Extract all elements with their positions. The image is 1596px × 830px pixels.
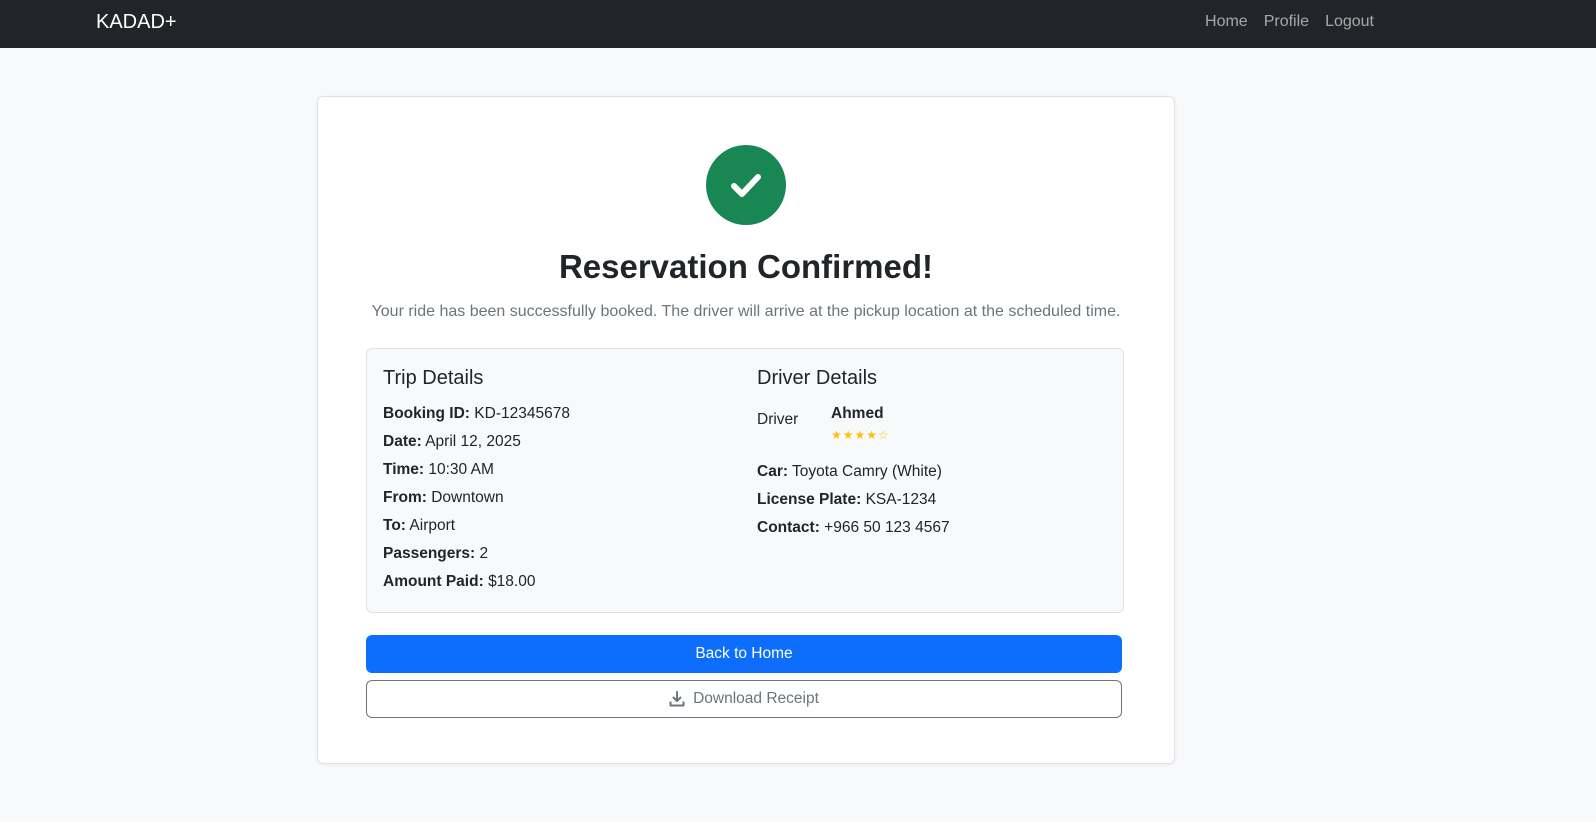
trip-field-from: From: Downtown — [383, 488, 733, 508]
field-value: +966 50 123 4567 — [824, 519, 950, 536]
field-value: April 12, 2025 — [425, 433, 521, 450]
trip-field-date: Date: April 12, 2025 — [383, 432, 733, 452]
field-value: Airport — [409, 517, 456, 534]
driver-summary: Driver Ahmed ★★★★☆ — [757, 404, 1107, 452]
brand-logo[interactable]: KADAD+ — [96, 10, 177, 34]
trip-field-time: Time: 10:30 AM — [383, 460, 733, 480]
driver-field-license-plate: License Plate: KSA-1234 — [757, 490, 1107, 510]
field-label: License Plate: — [757, 491, 862, 508]
driver-field-contact: Contact: +966 50 123 4567 — [757, 518, 1107, 538]
field-label: Amount Paid: — [383, 573, 484, 590]
driver-details-heading: Driver Details — [757, 367, 878, 389]
driver-name: Ahmed — [831, 405, 884, 422]
nav-link-profile[interactable]: Profile — [1264, 12, 1309, 32]
success-icon-circle — [706, 145, 786, 225]
field-label: Car: — [757, 463, 789, 480]
field-value: KD-12345678 — [474, 405, 570, 422]
page: KADAD+ Home Profile Logout Reservation C… — [0, 0, 1596, 830]
field-value: Downtown — [431, 489, 504, 506]
confirmation-message: Your ride has been successfully booked. … — [371, 303, 1121, 320]
main-content: Reservation Confirmed! Your ride has bee… — [0, 48, 1596, 822]
driver-rating-stars: ★★★★☆ — [831, 428, 890, 442]
field-label: Date: — [383, 433, 422, 450]
download-receipt-button[interactable]: Download Receipt — [366, 680, 1122, 718]
trip-field-amount-paid: Amount Paid: $18.00 — [383, 572, 733, 592]
trip-details-heading: Trip Details — [383, 367, 484, 389]
trip-field-to: To: Airport — [383, 516, 733, 536]
field-label: Time: — [383, 461, 425, 478]
navbar: KADAD+ Home Profile Logout — [0, 0, 1596, 48]
field-label: To: — [383, 517, 406, 534]
driver-details: Driver Details Driver Ahmed ★★★★☆ Car: T… — [757, 365, 1107, 546]
nav-links: Home Profile Logout — [1205, 12, 1374, 32]
trip-field-passengers: Passengers: 2 — [383, 544, 733, 564]
driver-avatar: Driver — [757, 411, 799, 428]
download-icon — [669, 691, 685, 707]
confirmation-card: Reservation Confirmed! Your ride has bee… — [317, 96, 1175, 764]
download-receipt-label: Download Receipt — [693, 690, 819, 707]
driver-field-car: Car: Toyota Camry (White) — [757, 462, 1107, 482]
nav-link-home[interactable]: Home — [1205, 12, 1248, 32]
details-panel: Trip Details Booking ID: KD-12345678 Dat… — [366, 348, 1124, 613]
back-to-home-label: Back to Home — [695, 645, 793, 662]
page-title: Reservation Confirmed! — [558, 248, 934, 285]
field-label: From: — [383, 489, 427, 506]
check-icon — [731, 174, 761, 197]
field-value: $18.00 — [488, 573, 536, 590]
field-label: Contact: — [757, 519, 820, 536]
trip-field-booking-id: Booking ID: KD-12345678 — [383, 404, 733, 424]
field-label: Booking ID: — [383, 405, 470, 422]
field-value: Toyota Camry (White) — [792, 463, 942, 480]
nav-link-logout[interactable]: Logout — [1325, 12, 1374, 32]
field-label: Passengers: — [383, 545, 476, 562]
field-value: 2 — [479, 545, 489, 562]
back-to-home-button[interactable]: Back to Home — [366, 635, 1122, 673]
trip-details: Trip Details Booking ID: KD-12345678 Dat… — [383, 365, 733, 600]
field-value: 10:30 AM — [428, 461, 494, 478]
field-value: KSA-1234 — [865, 491, 937, 508]
driver-info: Ahmed ★★★★☆ — [831, 404, 890, 443]
